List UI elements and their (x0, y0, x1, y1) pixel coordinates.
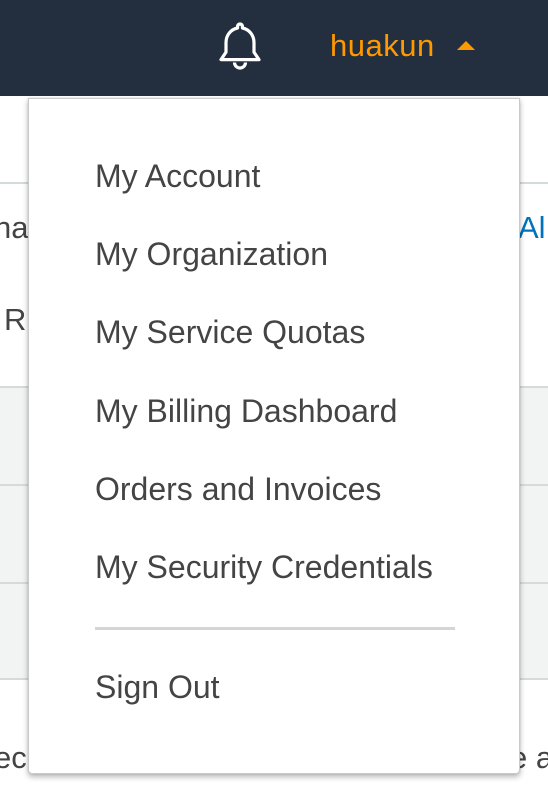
bell-icon-graphic (219, 22, 261, 70)
menu-item-my-security-credentials[interactable]: My Security Credentials (95, 547, 433, 587)
menu-item-orders-and-invoices[interactable]: Orders and Invoices (95, 469, 381, 509)
background-text-fragment: na (0, 210, 29, 245)
menu-item-my-organization[interactable]: My Organization (95, 234, 328, 274)
account-dropdown-menu: My Account My Organization My Service Qu… (28, 98, 520, 774)
sign-out-button[interactable]: Sign Out (95, 667, 220, 707)
bell-icon[interactable] (214, 20, 266, 70)
menu-item-my-billing-dashboard[interactable]: My Billing Dashboard (95, 391, 397, 431)
top-nav-bar: huakun (0, 0, 548, 96)
menu-divider (95, 627, 455, 630)
background-text-fragment: ec (0, 740, 27, 775)
background-text-fragment: R (4, 302, 27, 337)
caret-up-icon (456, 40, 475, 50)
account-menu-toggle[interactable]: huakun (330, 24, 475, 68)
username-label: huakun (330, 28, 435, 63)
menu-item-my-service-quotas[interactable]: My Service Quotas (95, 312, 365, 352)
menu-item-my-account[interactable]: My Account (95, 156, 260, 196)
background-link-fragment[interactable]: Al (518, 210, 546, 246)
